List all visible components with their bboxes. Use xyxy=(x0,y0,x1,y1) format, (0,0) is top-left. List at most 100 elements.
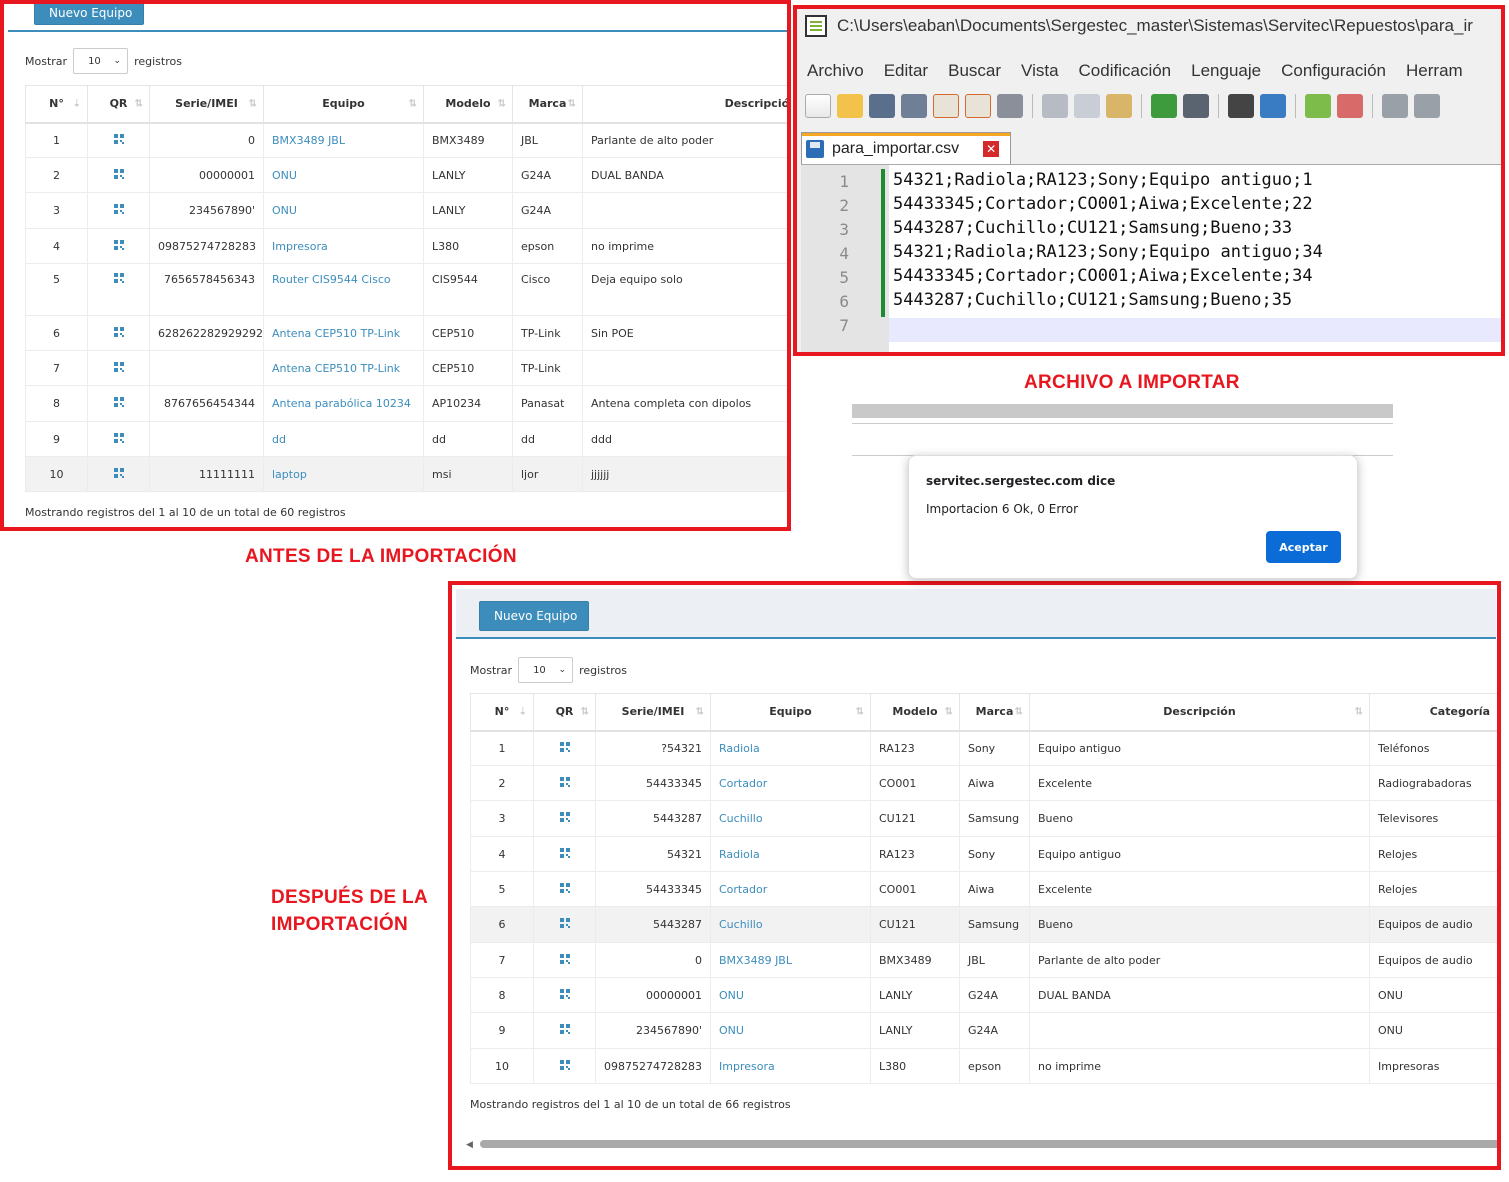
paste-icon[interactable] xyxy=(1106,94,1132,118)
zoom-out-icon[interactable] xyxy=(1337,94,1363,118)
scroll-left-arrow[interactable]: ◀ xyxy=(466,1139,473,1150)
table-cell[interactable]: ONU xyxy=(710,977,871,1013)
column-header[interactable]: Serie/IMEI ⇅ xyxy=(149,85,264,124)
menu-item[interactable]: Lenguaje xyxy=(1191,61,1261,81)
table-cell[interactable]: Cuchillo xyxy=(710,906,871,943)
menu-item[interactable]: Herram xyxy=(1406,61,1463,81)
qr-code-cell[interactable] xyxy=(87,350,150,386)
table-cell[interactable]: Antena CEP510 TP-Link xyxy=(263,315,424,351)
replace-icon[interactable] xyxy=(1260,94,1286,118)
close-tab-icon[interactable]: ✕ xyxy=(983,140,1000,157)
close-all-icon[interactable] xyxy=(965,94,991,118)
table-cell[interactable]: Cuchillo xyxy=(710,800,871,837)
table-cell[interactable]: BMX3489 JBL xyxy=(710,942,871,978)
qr-code-icon[interactable] xyxy=(113,273,124,283)
column-header[interactable]: Marca ⇅ xyxy=(512,85,583,124)
qr-code-icon[interactable] xyxy=(559,1024,570,1034)
table-cell[interactable]: Radiola xyxy=(710,836,871,872)
table-cell[interactable]: Antena parabólica 10234 xyxy=(263,385,424,422)
qr-code-icon[interactable] xyxy=(113,239,124,250)
qr-code-icon[interactable] xyxy=(113,432,124,443)
editor-area[interactable]: 1 54321;Radiola;RA123;Sony;Equipo antiguo… xyxy=(801,164,1501,352)
qr-code-cell[interactable] xyxy=(533,800,596,837)
table-cell[interactable]: Router CIS9544 Cisco xyxy=(263,263,424,316)
qr-code-cell[interactable] xyxy=(87,263,150,316)
qr-code-cell[interactable] xyxy=(87,157,150,193)
table-cell[interactable]: Antena CEP510 TP-Link xyxy=(263,350,424,386)
qr-code-icon[interactable] xyxy=(559,918,570,928)
column-header[interactable]: Categoría xyxy=(1369,693,1497,732)
column-header[interactable]: N° ⇣ xyxy=(470,693,534,732)
column-header[interactable]: Modelo ⇅ xyxy=(870,693,960,732)
new-equipment-button[interactable]: Nuevo Equipo xyxy=(479,601,589,631)
save-icon[interactable] xyxy=(869,94,895,118)
qr-code-icon[interactable] xyxy=(559,741,570,752)
qr-code-cell[interactable] xyxy=(533,906,596,943)
undo-icon[interactable] xyxy=(1151,94,1177,118)
column-header[interactable]: Marca ⇅ xyxy=(959,693,1030,732)
qr-code-cell[interactable] xyxy=(533,871,596,907)
column-header[interactable]: QR ⇅ xyxy=(87,85,150,124)
column-header[interactable]: QR ⇅ xyxy=(533,693,596,732)
new-equipment-button[interactable]: Nuevo Equipo xyxy=(34,4,144,25)
qr-code-icon[interactable] xyxy=(559,1059,570,1070)
sync-scroll-icon[interactable] xyxy=(1382,94,1408,118)
qr-code-icon[interactable] xyxy=(113,133,124,144)
print-icon[interactable] xyxy=(997,94,1023,118)
qr-code-cell[interactable] xyxy=(87,228,150,264)
column-header[interactable]: N° ⇣ xyxy=(25,85,88,124)
table-cell[interactable]: Impresora xyxy=(263,228,424,264)
copy-icon[interactable] xyxy=(1074,94,1100,118)
horizontal-scrollbar[interactable] xyxy=(480,1140,1497,1148)
zoom-in-icon[interactable] xyxy=(1305,94,1331,118)
table-cell[interactable]: ONU xyxy=(263,192,424,229)
qr-code-icon[interactable] xyxy=(113,467,124,478)
menu-item[interactable]: Editar xyxy=(884,61,928,81)
menu-item[interactable]: Vista xyxy=(1021,61,1059,81)
menu-item[interactable]: Codificación xyxy=(1079,61,1172,81)
accept-button[interactable]: Aceptar xyxy=(1266,531,1341,563)
table-cell[interactable]: Cortador xyxy=(710,765,871,801)
cut-icon[interactable] xyxy=(1042,94,1068,118)
column-header[interactable]: Descripción xyxy=(582,85,787,124)
column-header[interactable]: Equipo ⇅ xyxy=(263,85,424,124)
table-cell[interactable]: ONU xyxy=(263,157,424,193)
table-cell[interactable]: laptop xyxy=(263,456,424,492)
qr-code-cell[interactable] xyxy=(87,385,150,422)
redo-icon[interactable] xyxy=(1183,94,1209,118)
table-cell[interactable]: ONU xyxy=(710,1012,871,1049)
qr-code-cell[interactable] xyxy=(533,765,596,801)
qr-code-cell[interactable] xyxy=(533,942,596,978)
qr-code-icon[interactable] xyxy=(559,988,570,999)
table-cell[interactable]: Radiola xyxy=(710,730,871,766)
qr-code-cell[interactable] xyxy=(87,421,150,457)
close-file-icon[interactable] xyxy=(933,94,959,118)
qr-code-cell[interactable] xyxy=(87,456,150,492)
qr-code-icon[interactable] xyxy=(559,847,570,858)
qr-code-icon[interactable] xyxy=(113,168,124,179)
table-cell[interactable]: Impresora xyxy=(710,1048,871,1084)
qr-code-cell[interactable] xyxy=(533,1048,596,1084)
table-cell[interactable]: dd xyxy=(263,421,424,457)
qr-code-cell[interactable] xyxy=(533,1012,596,1049)
table-cell[interactable]: BMX3489 JBL xyxy=(263,122,424,158)
qr-code-icon[interactable] xyxy=(559,882,570,893)
menu-item[interactable]: Configuración xyxy=(1281,61,1386,81)
table-cell[interactable]: Cortador xyxy=(710,871,871,907)
find-icon[interactable] xyxy=(1228,94,1254,118)
qr-code-cell[interactable] xyxy=(87,192,150,229)
qr-code-icon[interactable] xyxy=(559,776,570,787)
qr-code-cell[interactable] xyxy=(87,122,150,158)
qr-code-cell[interactable] xyxy=(533,730,596,766)
qr-code-icon[interactable] xyxy=(113,326,124,337)
menu-item[interactable]: Buscar xyxy=(948,61,1001,81)
page-length-select[interactable]: 10 ⌄ xyxy=(518,657,574,683)
open-file-icon[interactable] xyxy=(837,94,863,118)
file-tab[interactable]: para_importar.csv ✕ xyxy=(801,132,1011,164)
qr-code-icon[interactable] xyxy=(113,204,124,214)
qr-code-icon[interactable] xyxy=(559,953,570,964)
column-header[interactable]: Serie/IMEI ⇅ xyxy=(595,693,711,732)
qr-code-cell[interactable] xyxy=(533,977,596,1013)
page-length-select[interactable]: 10 ⌄ xyxy=(73,48,129,74)
sync-h-scroll-icon[interactable] xyxy=(1414,94,1440,118)
